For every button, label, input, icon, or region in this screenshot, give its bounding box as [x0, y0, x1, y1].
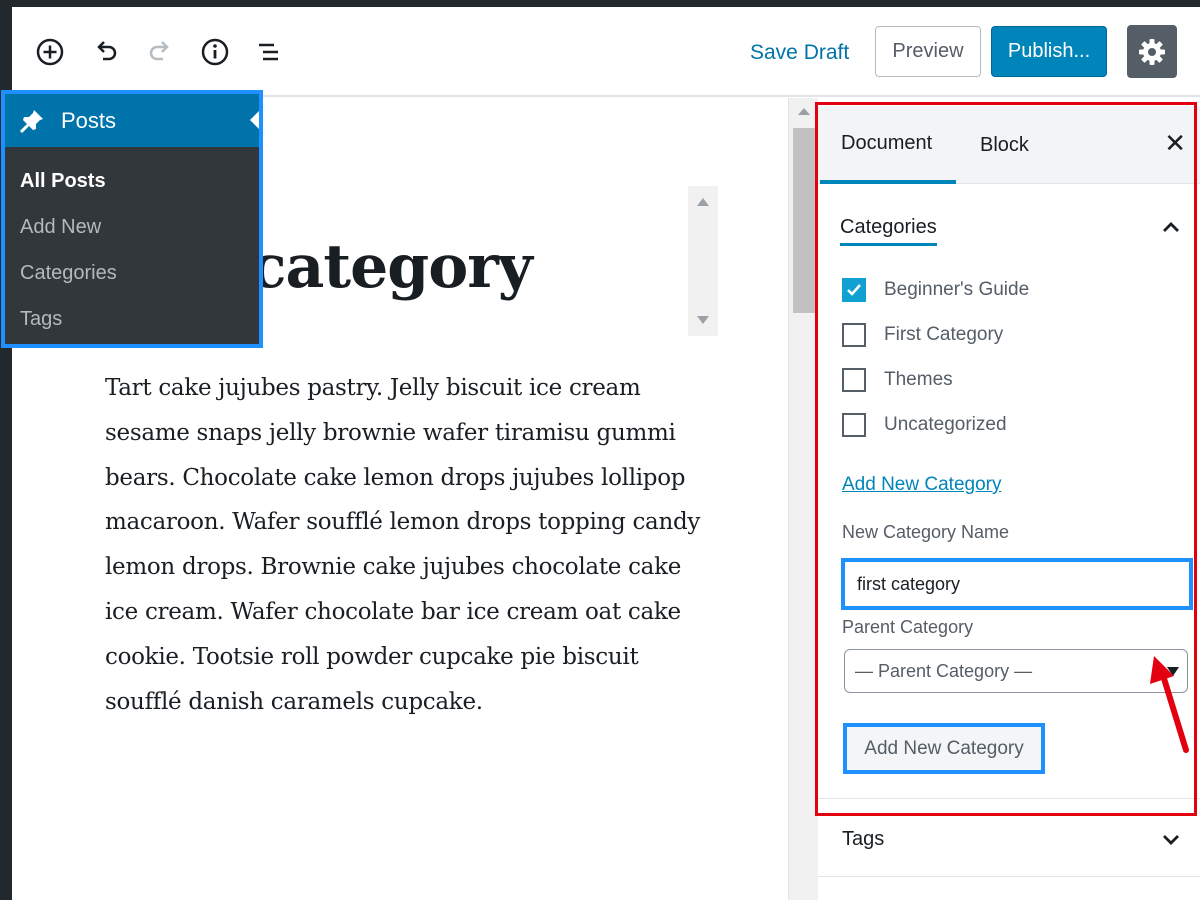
checkbox[interactable]: [842, 323, 866, 347]
category-item-beginners-guide[interactable]: Beginner's Guide: [842, 278, 1029, 302]
post-title[interactable]: category: [250, 232, 533, 302]
editor-scrollbar[interactable]: [788, 98, 818, 900]
chevron-up-icon[interactable]: [1160, 216, 1182, 238]
posts-menu-title: Posts: [61, 107, 117, 133]
scroll-up-icon[interactable]: [697, 198, 709, 206]
tab-block[interactable]: Block: [980, 106, 1029, 184]
menu-item-all-posts[interactable]: All Posts: [5, 169, 259, 215]
panel-divider: [818, 876, 1200, 877]
posts-admin-menu: Posts All Posts Add New Categories Tags: [1, 90, 263, 348]
save-draft-button[interactable]: Save Draft: [750, 41, 849, 65]
category-label: First Category: [884, 324, 1004, 345]
outline-icon[interactable]: [254, 37, 284, 67]
title-scrollbar[interactable]: [688, 186, 718, 336]
add-new-category-button[interactable]: Add New Category: [843, 723, 1045, 774]
info-icon[interactable]: [200, 37, 230, 67]
categories-panel-title[interactable]: Categories: [840, 216, 937, 246]
parent-category-label: Parent Category: [842, 617, 974, 637]
checkbox[interactable]: [842, 413, 866, 437]
settings-sidebar: Document Block ✕ Categories Beginner's G…: [818, 98, 1200, 900]
post-body-paragraph[interactable]: Tart cake jujubes pastry. Jelly biscuit …: [105, 366, 705, 724]
parent-category-selected: — Parent Category —: [855, 660, 1033, 681]
undo-icon[interactable]: [91, 37, 121, 67]
checkbox-checked[interactable]: [842, 278, 866, 302]
category-item-uncategorized[interactable]: Uncategorized: [842, 413, 1007, 437]
sidebar-tabs: Document Block ✕: [818, 106, 1200, 184]
category-label: Themes: [884, 369, 953, 390]
add-block-icon[interactable]: [35, 37, 65, 67]
menu-item-add-new[interactable]: Add New: [5, 215, 259, 261]
add-new-category-link[interactable]: Add New Category: [842, 474, 1001, 496]
redo-icon[interactable]: [145, 37, 175, 67]
posts-menu-header[interactable]: Posts: [5, 94, 259, 147]
gear-icon: [1139, 38, 1165, 65]
pushpin-icon: [17, 106, 47, 136]
menu-item-tags[interactable]: Tags: [5, 307, 259, 353]
preview-button[interactable]: Preview: [875, 26, 981, 77]
new-category-name-input[interactable]: [841, 558, 1193, 610]
settings-button[interactable]: [1127, 25, 1177, 78]
new-category-name-label: New Category Name: [842, 522, 1010, 542]
parent-category-select[interactable]: — Parent Category —: [844, 649, 1188, 693]
publish-button[interactable]: Publish...: [991, 26, 1107, 77]
scrollbar-thumb[interactable]: [793, 128, 815, 313]
tags-panel-title[interactable]: Tags: [842, 828, 884, 851]
menu-item-categories[interactable]: Categories: [5, 261, 259, 307]
checkbox[interactable]: [842, 368, 866, 392]
category-label: Uncategorized: [884, 414, 1007, 435]
current-menu-indicator: [250, 111, 259, 129]
chevron-down-icon[interactable]: [1160, 828, 1182, 850]
category-item-themes[interactable]: Themes: [842, 368, 953, 392]
scroll-up-icon[interactable]: [798, 108, 810, 115]
tab-document[interactable]: Document: [820, 106, 956, 184]
scroll-down-icon[interactable]: [697, 316, 709, 324]
editor-toolbar: Save Draft Preview Publish...: [12, 7, 1200, 97]
panel-divider: [818, 798, 1200, 799]
category-item-first-category[interactable]: First Category: [842, 323, 1003, 347]
annotation-arrow-icon: [1150, 656, 1189, 753]
category-label: Beginner's Guide: [884, 279, 1030, 300]
close-icon[interactable]: ✕: [1164, 128, 1186, 159]
top-stripe: [0, 0, 1200, 7]
